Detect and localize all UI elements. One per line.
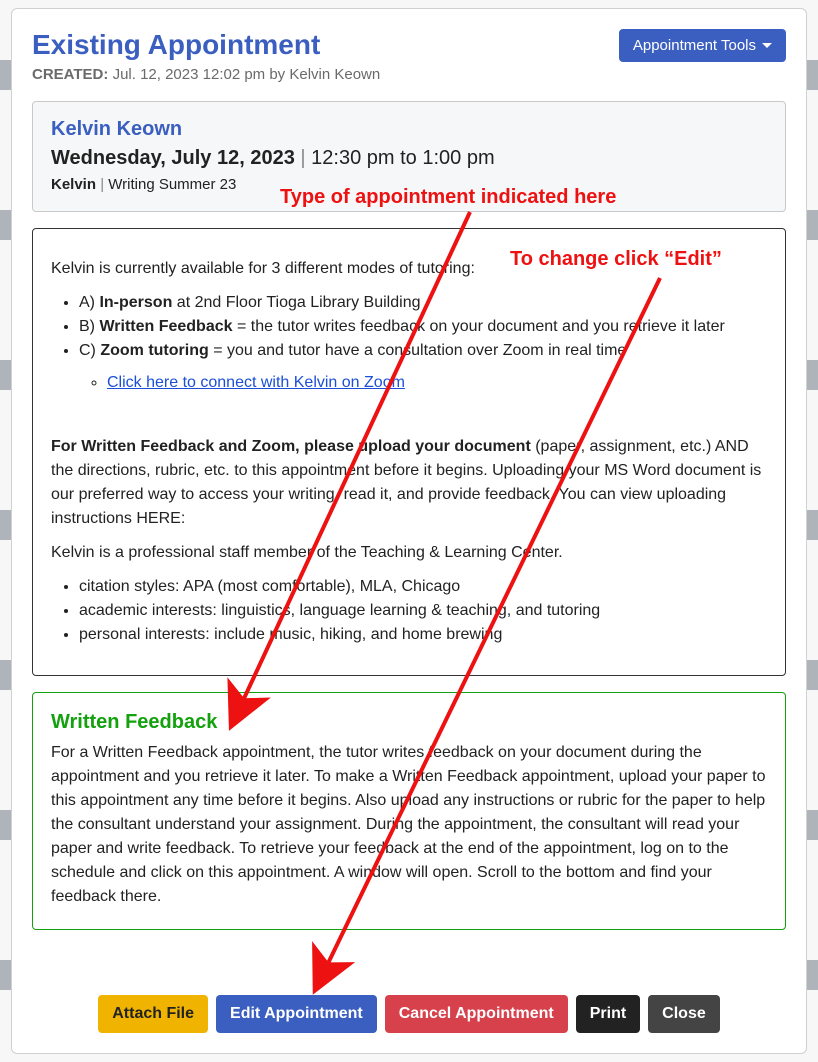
zoom-link-item: Click here to connect with Kelvin on Zoo… <box>107 371 767 395</box>
mode-a-rest: at 2nd Floor Tioga Library Building <box>172 294 420 311</box>
list-item: academic interests: linguistics, languag… <box>79 599 767 623</box>
modes-list: A) In-person at 2nd Floor Tioga Library … <box>51 291 767 395</box>
staff-line: Kelvin is a professional staff member of… <box>51 541 767 565</box>
tutor-short-name: Kelvin <box>51 176 96 193</box>
mode-a: A) In-person at 2nd Floor Tioga Library … <box>79 291 767 315</box>
mode-b: B) Written Feedback = the tutor writes f… <box>79 315 767 339</box>
appointment-tools-label: Appointment Tools <box>633 37 756 54</box>
appointment-tools-button[interactable]: Appointment Tools <box>619 29 786 62</box>
course-name: Writing Summer 23 <box>108 176 236 193</box>
mode-b-prefix: B) <box>79 318 99 335</box>
created-value: Jul. 12, 2023 12:02 pm by Kelvin Keown <box>113 66 381 83</box>
upload-bold: For Written Feedback and Zoom, please up… <box>51 438 531 455</box>
created-label: CREATED: <box>32 66 108 83</box>
mode-b-rest: = the tutor writes feedback on your docu… <box>233 318 725 335</box>
list-item: citation styles: APA (most comfortable),… <box>79 575 767 599</box>
print-button[interactable]: Print <box>576 995 640 1033</box>
upload-paragraph: For Written Feedback and Zoom, please up… <box>51 435 767 531</box>
created-line: CREATED: Jul. 12, 2023 12:02 pm by Kelvi… <box>32 66 786 83</box>
modes-intro: Kelvin is currently available for 3 diff… <box>51 257 767 281</box>
close-button[interactable]: Close <box>648 995 720 1033</box>
modal-footer: Attach File Edit Appointment Cancel Appo… <box>32 981 786 1043</box>
chevron-down-icon <box>762 43 772 48</box>
separator: | <box>300 147 311 169</box>
list-item: personal interests: include music, hikin… <box>79 623 767 647</box>
appointment-time: 12:30 pm to 1:00 pm <box>311 147 494 169</box>
tutor-details-panel: Kelvin is currently available for 3 diff… <box>32 228 786 676</box>
appointment-date: Wednesday, July 12, 2023 <box>51 147 295 169</box>
mode-c-prefix: C) <box>79 342 100 359</box>
interests-list: citation styles: APA (most comfortable),… <box>51 575 767 647</box>
written-feedback-panel: Written Feedback For a Written Feedback … <box>32 692 786 930</box>
page-title: Existing Appointment <box>32 29 320 61</box>
mode-a-prefix: A) <box>79 294 99 311</box>
appointment-summary-panel: Kelvin Keown Wednesday, July 12, 2023 | … <box>32 101 786 212</box>
written-feedback-body: For a Written Feedback appointment, the … <box>51 741 767 909</box>
mode-c-rest: = you and tutor have a consultation over… <box>209 342 627 359</box>
attach-file-button[interactable]: Attach File <box>98 995 208 1033</box>
tutor-course-line: Kelvin | Writing Summer 23 <box>51 176 767 193</box>
mode-b-label: Written Feedback <box>99 318 232 335</box>
zoom-connect-link[interactable]: Click here to connect with Kelvin on Zoo… <box>107 374 405 391</box>
tutor-name-heading: Kelvin Keown <box>51 118 767 141</box>
appointment-datetime: Wednesday, July 12, 2023 | 12:30 pm to 1… <box>51 147 767 170</box>
modal-header: Existing Appointment Appointment Tools <box>32 29 786 62</box>
mode-c-label: Zoom tutoring <box>100 342 208 359</box>
edit-appointment-button[interactable]: Edit Appointment <box>216 995 377 1033</box>
cancel-appointment-button[interactable]: Cancel Appointment <box>385 995 568 1033</box>
mode-c: C) Zoom tutoring = you and tutor have a … <box>79 339 767 395</box>
appointment-modal: Existing Appointment Appointment Tools C… <box>11 8 807 1054</box>
written-feedback-title: Written Feedback <box>51 707 767 737</box>
mode-a-label: In-person <box>99 294 172 311</box>
